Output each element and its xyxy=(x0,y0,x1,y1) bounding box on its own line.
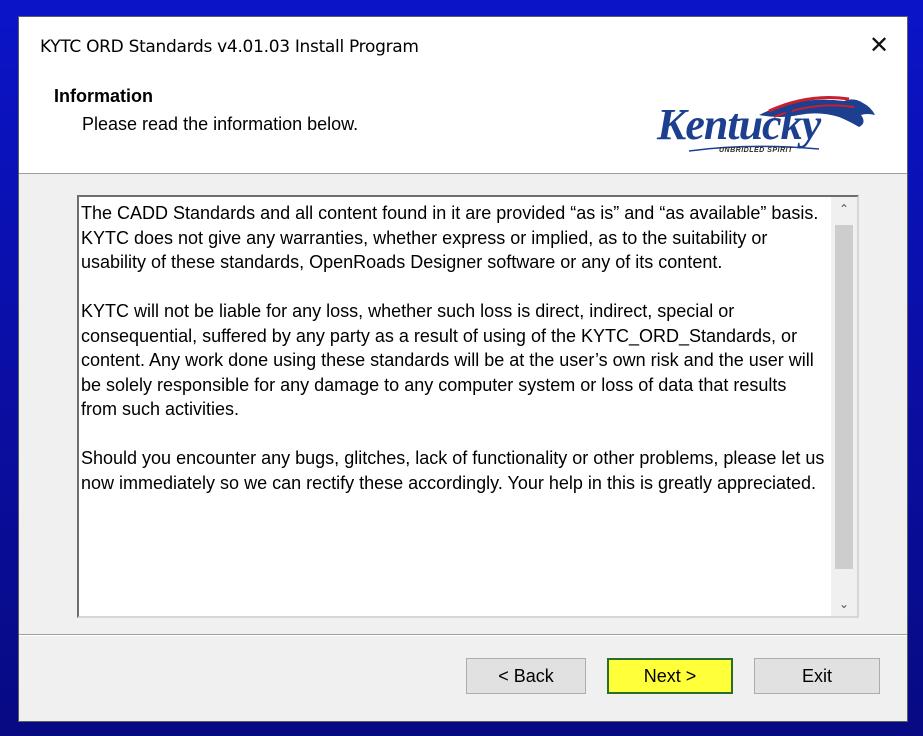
page-subheading: Please read the information below. xyxy=(82,114,359,134)
information-text: The CADD Standards and all content found… xyxy=(81,201,825,520)
close-button[interactable]: ✕ xyxy=(861,29,897,61)
scroll-up-icon[interactable]: ⌃ xyxy=(831,197,857,221)
window-title: KYTC ORD Standards v4.01.03 Install Prog… xyxy=(40,37,419,57)
page-heading: Information xyxy=(54,86,153,106)
info-paragraph: Should you encounter any bugs, glitches,… xyxy=(81,448,825,493)
logo-tagline: UNBRIDLED SPIRIT xyxy=(719,147,793,154)
installer-window: KYTC ORD Standards v4.01.03 Install Prog… xyxy=(18,16,908,722)
info-paragraph: KYTC will not be liable for any loss, wh… xyxy=(81,301,814,419)
info-paragraph: The CADD Standards and all content found… xyxy=(81,203,819,272)
next-button[interactable]: Next > xyxy=(607,658,733,694)
back-button[interactable]: < Back xyxy=(466,658,586,694)
footer-divider xyxy=(19,634,907,636)
header-panel: Information Please read the information … xyxy=(19,73,907,174)
vertical-scrollbar[interactable]: ⌃ ⌄ xyxy=(831,197,857,616)
information-textbox[interactable]: The CADD Standards and all content found… xyxy=(77,195,859,618)
exit-button[interactable]: Exit xyxy=(754,658,880,694)
scroll-down-icon[interactable]: ⌄ xyxy=(831,592,857,616)
kentucky-logo: Kentucky UNBRIDLED SPIRIT xyxy=(649,93,879,163)
scrollbar-thumb[interactable] xyxy=(835,225,853,569)
title-bar[interactable]: KYTC ORD Standards v4.01.03 Install Prog… xyxy=(19,17,907,73)
logo-wordmark: Kentucky xyxy=(657,100,821,149)
